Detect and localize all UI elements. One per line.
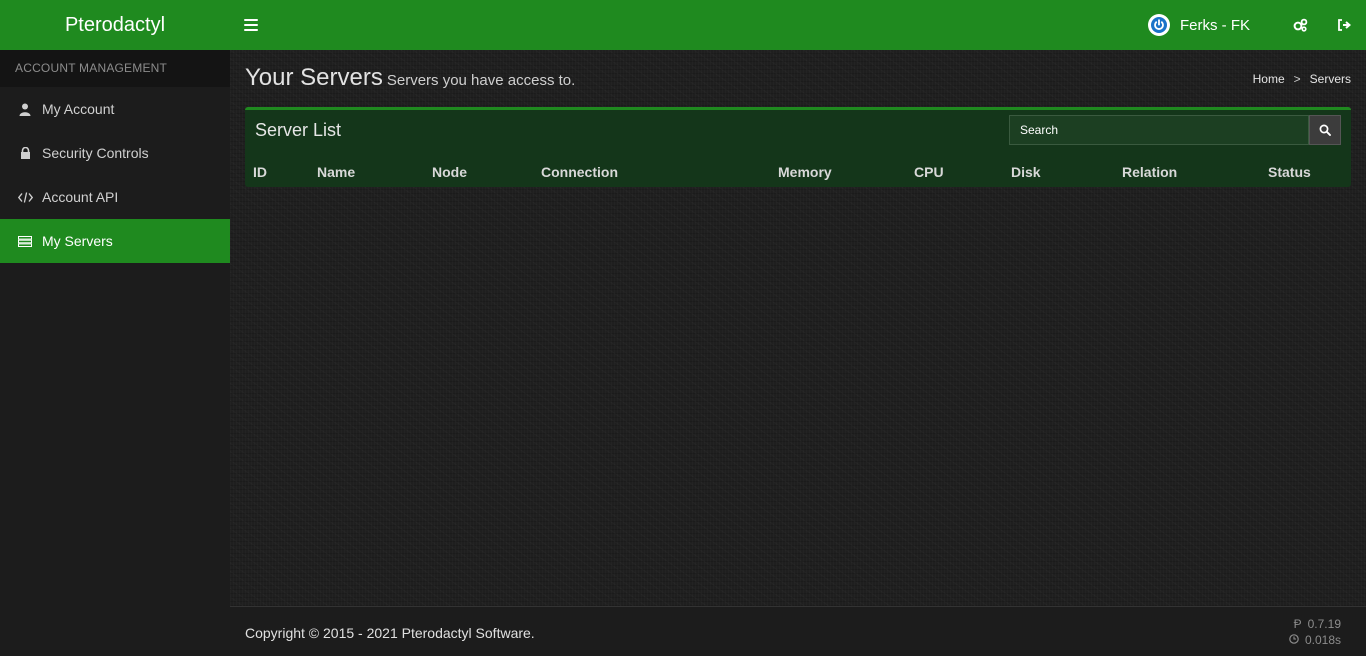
sidebar-item-label: Security Controls [42, 145, 149, 161]
version-info: Ᵽ 0.7.19 0.018s [1289, 616, 1341, 648]
footer: Copyright © 2015 - 2021 Pterodactyl Soft… [230, 606, 1366, 656]
sidebar-item-my-account[interactable]: My Account [0, 87, 230, 131]
main-content: Your Servers Servers you have access to.… [230, 50, 1366, 606]
render-time: 0.018s [1304, 633, 1341, 647]
sidebar-item-account-api[interactable]: Account API [0, 175, 230, 219]
copyright-text: Copyright © 2015 - 2021 Pterodactyl Soft… [245, 625, 535, 641]
search-form [1009, 115, 1341, 145]
column-header-node: Node [432, 164, 467, 180]
column-header-name: Name [317, 164, 356, 180]
table-header: ID Name Node Connection Memory CPU Disk … [245, 160, 1351, 187]
sidebar-item-label: My Account [42, 101, 115, 117]
breadcrumb: Home > Servers [1253, 72, 1351, 86]
user-menu[interactable]: Ferks - FK [1148, 14, 1250, 36]
column-header-id: ID [253, 164, 267, 180]
column-header-cpu: CPU [914, 164, 944, 180]
user-icon [17, 101, 33, 117]
code-icon [17, 189, 33, 205]
sidebar-section-title: ACCOUNT MANAGEMENT [0, 50, 230, 87]
page-subtitle: Servers you have access to. [386, 72, 576, 89]
sidebar-item-label: My Servers [42, 233, 113, 249]
sidebar-item-security-controls[interactable]: Security Controls [0, 131, 230, 175]
user-name: Ferks - FK [1180, 16, 1250, 34]
breadcrumb-separator: > [1293, 72, 1301, 86]
top-navbar: Pterodactyl Ferks - FK [0, 0, 1366, 50]
breadcrumb-home[interactable]: Home [1253, 72, 1285, 86]
sidebar: ACCOUNT MANAGEMENT My Account Security C… [0, 50, 230, 656]
power-icon [1151, 17, 1167, 33]
search-icon [1319, 124, 1331, 136]
sidebar-item-label: Account API [42, 189, 119, 205]
clock-icon [1289, 632, 1299, 648]
brand-logo[interactable]: Pterodactyl [0, 0, 230, 50]
version-number: 0.7.19 [1307, 617, 1341, 631]
page-title: Your Servers [245, 64, 383, 91]
lock-icon [17, 145, 33, 161]
breadcrumb-servers: Servers [1309, 72, 1351, 86]
sidebar-item-my-servers[interactable]: My Servers [0, 219, 230, 263]
server-list-box: Server List ID Name Node Connection Memo… [245, 107, 1351, 187]
column-header-status: Status [1268, 164, 1311, 180]
sidebar-toggle-icon[interactable] [244, 19, 258, 31]
version-icon: Ᵽ [1293, 617, 1302, 631]
admin-gears-icon[interactable] [1278, 0, 1322, 50]
sign-out-icon[interactable] [1322, 0, 1366, 50]
column-header-relation: Relation [1122, 164, 1178, 180]
column-header-disk: Disk [1011, 164, 1041, 180]
column-header-connection: Connection [541, 164, 618, 180]
avatar [1148, 14, 1170, 36]
server-list-icon [17, 233, 33, 249]
column-header-memory: Memory [778, 164, 832, 180]
server-list-title: Server List [255, 120, 342, 140]
search-input[interactable] [1009, 115, 1309, 145]
search-button[interactable] [1309, 115, 1341, 145]
